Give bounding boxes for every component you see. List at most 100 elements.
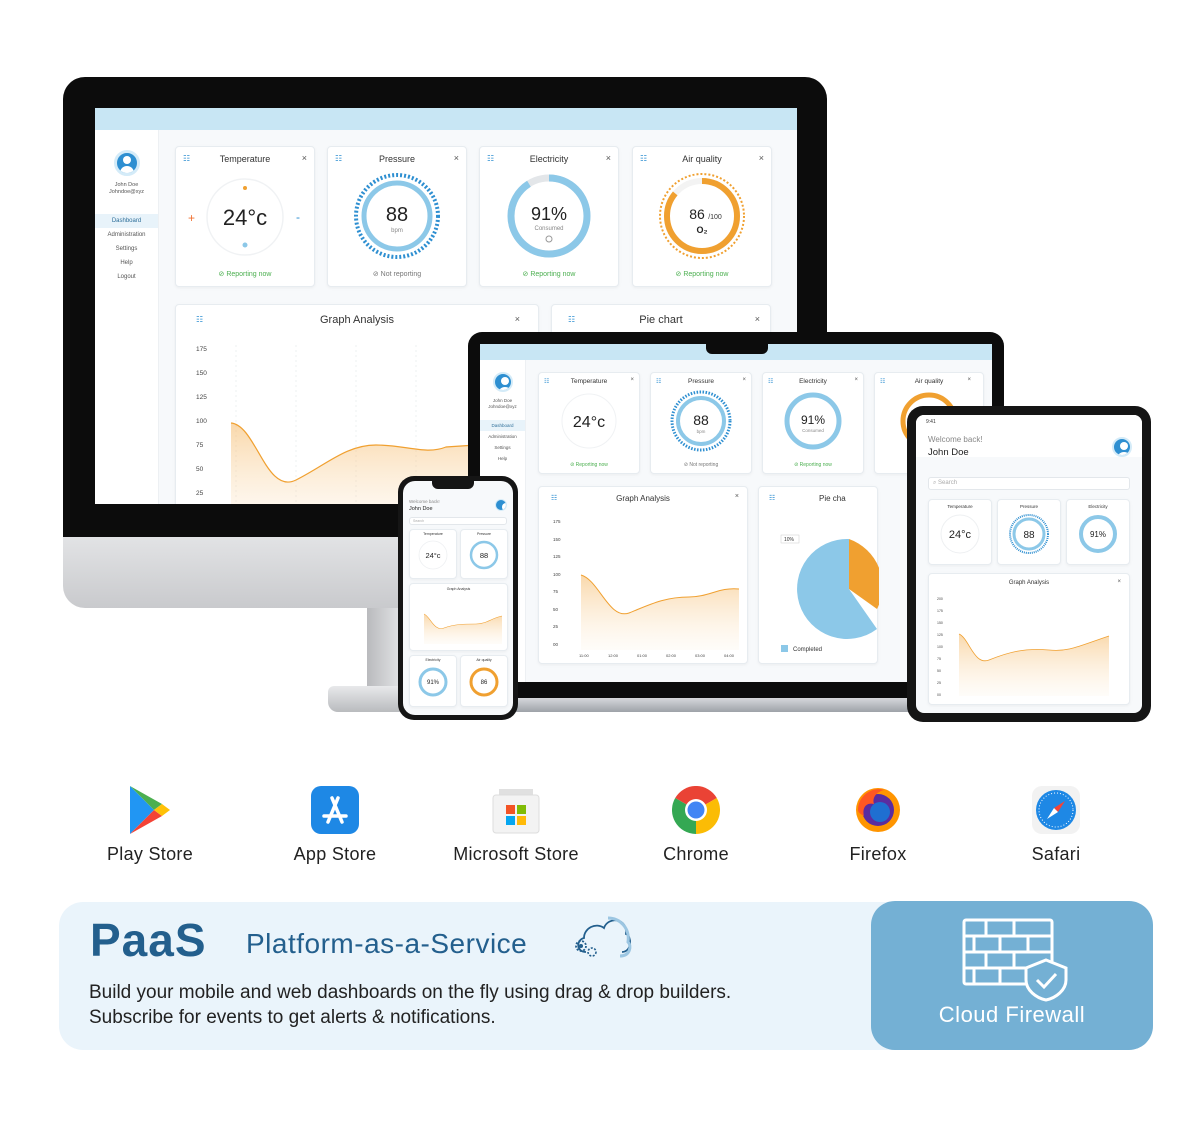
close-icon[interactable]: × xyxy=(735,493,739,500)
pie-slice-label: 10% xyxy=(784,537,795,543)
close-icon[interactable]: × xyxy=(1117,579,1121,585)
temperature-gauge: 24°c xyxy=(418,540,448,570)
air-quality-unit: /100 xyxy=(708,214,722,221)
y-tick: 125 xyxy=(937,633,943,637)
card-title: Temperature xyxy=(423,532,443,536)
pressure-card: ☷ Pressure × 88 bpm ⊘ Not reporting xyxy=(650,372,752,474)
laptop-camera-notch xyxy=(706,342,768,354)
temperature-card: Temperature 24°c xyxy=(409,529,457,579)
close-icon[interactable]: × xyxy=(755,314,760,324)
store-app-store[interactable]: App Store xyxy=(255,784,415,865)
avatar[interactable] xyxy=(113,150,140,176)
close-icon[interactable]: × xyxy=(854,377,858,383)
increase-button[interactable]: + xyxy=(188,211,195,225)
phone-dashboard-screen: Welcome back! John Doe Search Temperatur… xyxy=(403,481,513,715)
store-microsoft-store[interactable]: Microsoft Store xyxy=(436,784,596,865)
pressure-unit: bpm xyxy=(697,429,706,434)
close-icon[interactable]: × xyxy=(967,377,971,383)
pressure-value: 88 xyxy=(1023,530,1035,541)
y-tick: 25 xyxy=(196,490,204,497)
search-input[interactable]: Search xyxy=(409,517,507,525)
search-input[interactable]: ⌕ Search xyxy=(928,477,1130,490)
avatar[interactable] xyxy=(495,499,507,511)
temperature-card: ☷ Temperature × 24°c + - ⊘ Reporting now xyxy=(175,146,315,287)
y-tick: 175 xyxy=(553,519,561,524)
store-play-store[interactable]: Play Store xyxy=(70,784,230,865)
card-title: Temperature xyxy=(219,154,271,164)
x-tick: 02:00 xyxy=(666,653,677,658)
y-axis-ticks: 175 150 125 100 75 50 25 00 xyxy=(553,519,561,647)
close-icon[interactable]: × xyxy=(606,153,611,163)
user-name: John Doe xyxy=(928,447,969,458)
store-chrome[interactable]: Chrome xyxy=(616,784,776,865)
store-label: App Store xyxy=(293,844,377,864)
store-firefox[interactable]: Firefox xyxy=(798,784,958,865)
card-title: Graph Analysis xyxy=(446,587,471,591)
top-bar xyxy=(95,108,797,130)
close-icon[interactable]: × xyxy=(515,314,520,324)
y-tick: 75 xyxy=(196,442,204,449)
card-title: Graph Analysis xyxy=(320,314,394,326)
pressure-gauge: 88 bpm xyxy=(354,173,440,259)
card-title: Graph Analysis xyxy=(616,494,670,503)
filter-icon[interactable]: ☷ xyxy=(769,494,775,502)
sidebar-item-administration[interactable]: Administration xyxy=(95,228,158,242)
paas-title: PaaS xyxy=(90,914,207,966)
close-icon[interactable]: × xyxy=(630,377,634,383)
sidebar-item-dashboard[interactable]: Dashboard xyxy=(95,214,158,228)
y-tick: 100 xyxy=(937,645,943,649)
store-label: Firefox xyxy=(849,844,907,864)
electricity-value: 91% xyxy=(1090,530,1106,539)
temperature-value: 24°c xyxy=(425,551,440,560)
temperature-card: Temperature 24°c xyxy=(928,499,992,565)
store-label: Microsoft Store xyxy=(453,844,579,864)
close-icon[interactable]: × xyxy=(302,153,307,163)
card-title: Pie chart xyxy=(639,314,683,326)
y-tick: 25 xyxy=(937,681,941,685)
description-line: Subscribe for events to get alerts & not… xyxy=(89,1007,496,1028)
graph-analysis-chart: 175 150 125 100 75 50 25 00 11:00 12:00 … xyxy=(553,519,740,658)
air-quality-value: 86 xyxy=(481,680,488,686)
close-icon[interactable]: × xyxy=(454,153,459,163)
cloud-firewall-label: Cloud Firewall xyxy=(938,1002,1086,1027)
electricity-gauge: 91% Consumed xyxy=(507,174,591,258)
avatar[interactable] xyxy=(492,372,513,392)
sidebar-item-help[interactable]: Help xyxy=(480,453,525,464)
temperature-value: 24°c xyxy=(573,414,605,431)
graph-analysis-card: Graph Analysis xyxy=(409,583,508,651)
card-title: Pressure xyxy=(476,532,491,536)
x-tick: 04:00 xyxy=(724,653,735,658)
electricity-gauge: 91% xyxy=(1079,515,1117,553)
close-icon[interactable]: × xyxy=(742,377,746,383)
store-safari[interactable]: Safari xyxy=(976,784,1136,865)
user-name: John Doe xyxy=(409,506,433,512)
y-tick: 50 xyxy=(553,607,559,612)
card-title: Electricity xyxy=(1088,504,1108,509)
pressure-gauge: 88 xyxy=(469,540,499,570)
avatar[interactable] xyxy=(1112,437,1132,457)
sidebar-item-help[interactable]: Help xyxy=(95,256,158,270)
firefox-icon xyxy=(852,784,904,836)
sidebar-item-settings[interactable]: Settings xyxy=(95,242,158,256)
pie-chart-card: ☷ Pie cha 10% Completed xyxy=(758,486,879,664)
profile-email: Johndoe@xyz xyxy=(488,404,517,409)
sidebar-item-settings[interactable]: Settings xyxy=(480,442,525,453)
pressure-card: Pressure 88 xyxy=(460,529,508,579)
search-placeholder: Search xyxy=(938,480,958,486)
search-placeholder: Search xyxy=(413,519,425,523)
gas-label: O₂ xyxy=(697,225,708,235)
sidebar-item-dashboard[interactable]: Dashboard xyxy=(480,420,525,431)
close-icon[interactable]: × xyxy=(759,153,764,163)
y-tick: 150 xyxy=(553,537,561,542)
electricity-value: 91% xyxy=(801,413,825,427)
card-title: Temperature xyxy=(570,378,608,385)
store-label: Safari xyxy=(1031,844,1081,864)
cloud-firewall-panel[interactable]: Cloud Firewall xyxy=(871,901,1153,1050)
card-title: Air quality xyxy=(476,658,492,662)
bulb-icon xyxy=(545,235,553,243)
pressure-unit: bpm xyxy=(391,228,403,234)
sidebar-item-logout[interactable]: Logout xyxy=(95,270,158,284)
decrease-button[interactable]: - xyxy=(296,210,300,224)
sidebar-item-administration[interactable]: Administration xyxy=(480,431,525,442)
paas-subtitle: Platform-as-a-Service xyxy=(246,928,528,959)
